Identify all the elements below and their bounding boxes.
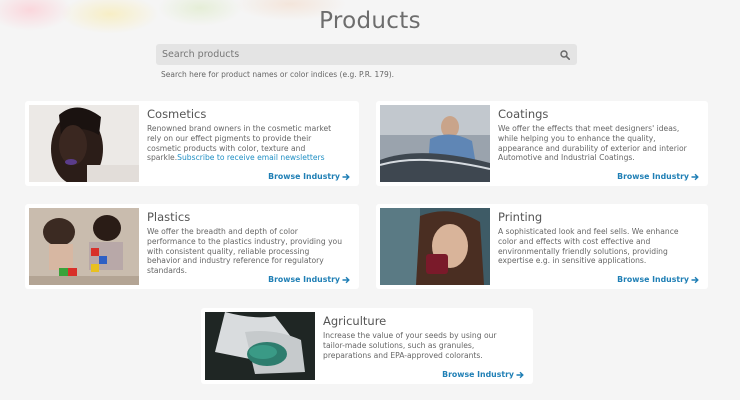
card-description: A sophisticated look and feel sells. We … bbox=[498, 227, 679, 266]
arrow-right-icon bbox=[342, 173, 350, 180]
card-title: Coatings bbox=[498, 107, 549, 121]
printing-image bbox=[380, 208, 490, 285]
arrow-right-icon bbox=[516, 371, 524, 378]
card-title: Plastics bbox=[147, 210, 191, 224]
arrow-right-icon bbox=[691, 173, 699, 180]
search-hint: Search here for product names or color i… bbox=[161, 70, 395, 79]
browse-industry-link[interactable]: Browse Industry bbox=[617, 172, 699, 181]
card-description: We offer the breadth and depth of color … bbox=[147, 227, 343, 276]
coatings-image bbox=[380, 105, 490, 182]
page-title: Products bbox=[319, 8, 421, 34]
newsletter-link[interactable]: Subscribe to receive email newsletters bbox=[177, 153, 324, 162]
search-button[interactable] bbox=[556, 46, 573, 63]
industry-card-printing: Printing A sophisticated look and feel s… bbox=[376, 204, 708, 289]
plastics-image bbox=[29, 208, 139, 285]
industry-card-coatings: Coatings We offer the effects that meet … bbox=[376, 101, 708, 186]
browse-industry-label: Browse Industry bbox=[442, 370, 514, 379]
browse-industry-link[interactable]: Browse Industry bbox=[442, 370, 524, 379]
browse-industry-label: Browse Industry bbox=[617, 172, 689, 181]
card-title: Agriculture bbox=[323, 314, 387, 328]
card-title: Cosmetics bbox=[147, 107, 207, 121]
browse-industry-link[interactable]: Browse Industry bbox=[268, 275, 350, 284]
search-input[interactable] bbox=[156, 44, 546, 65]
browse-industry-link[interactable]: Browse Industry bbox=[268, 172, 350, 181]
browse-industry-link[interactable]: Browse Industry bbox=[617, 275, 699, 284]
industry-card-agriculture: Agriculture Increase the value of your s… bbox=[201, 308, 533, 384]
browse-industry-label: Browse Industry bbox=[617, 275, 689, 284]
agriculture-image bbox=[205, 312, 315, 380]
industry-card-plastics: Plastics We offer the breadth and depth … bbox=[25, 204, 359, 289]
cosmetics-image bbox=[29, 105, 139, 182]
arrow-right-icon bbox=[691, 276, 699, 283]
browse-industry-label: Browse Industry bbox=[268, 172, 340, 181]
card-title: Printing bbox=[498, 210, 543, 224]
card-description: We offer the effects that meet designers… bbox=[498, 124, 687, 163]
search-bar bbox=[156, 44, 577, 65]
industry-card-cosmetics: Cosmetics Renowned brand owners in the c… bbox=[25, 101, 359, 186]
search-icon bbox=[559, 49, 570, 60]
card-description: Increase the value of your seeds by usin… bbox=[323, 331, 497, 360]
browse-industry-label: Browse Industry bbox=[268, 275, 340, 284]
arrow-right-icon bbox=[342, 276, 350, 283]
card-description: Renowned brand owners in the cosmetic ma… bbox=[147, 124, 343, 163]
